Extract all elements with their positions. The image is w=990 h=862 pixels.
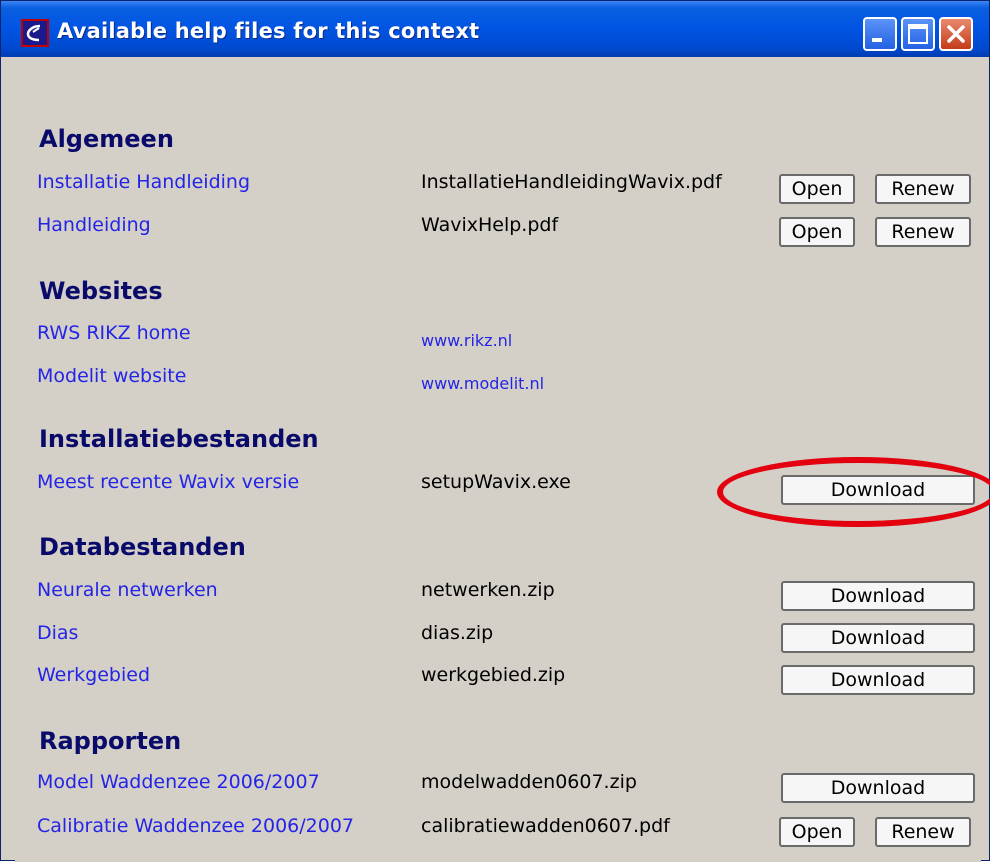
close-icon <box>947 25 965 43</box>
help-link-handleiding[interactable]: Handleiding <box>37 214 151 236</box>
highlight-ellipse <box>717 457 990 527</box>
file-name: setupWavix.exe <box>421 471 571 493</box>
window-title: Available help files for this context <box>57 19 480 43</box>
report-label-model-waddenzee[interactable]: Model Waddenzee 2006/2007 <box>37 771 320 793</box>
website-link-modelit[interactable]: www.modelit.nl <box>421 374 544 393</box>
file-name: modelwadden0607.zip <box>421 771 637 793</box>
website-label-rikz[interactable]: RWS RIKZ home <box>37 322 191 344</box>
renew-button[interactable]: Renew <box>875 174 971 204</box>
help-link-installatie-handleiding[interactable]: Installatie Handleiding <box>37 171 250 193</box>
renew-button[interactable]: Renew <box>875 817 971 847</box>
download-button[interactable]: Download <box>781 623 975 653</box>
help-files-window: Available help files for this context Al… <box>0 0 990 862</box>
title-bar[interactable]: Available help files for this context <box>1 1 989 57</box>
open-button[interactable]: Open <box>779 174 855 204</box>
app-icon <box>21 19 49 47</box>
section-heading-installatiebestanden: Installatiebestanden <box>39 425 319 453</box>
minimize-icon <box>872 38 882 42</box>
file-name: InstallatieHandleidingWavix.pdf <box>421 171 722 193</box>
content-panel: Algemeen Installatie Handleiding Install… <box>15 57 990 862</box>
section-heading-databestanden: Databestanden <box>39 533 246 561</box>
installer-label[interactable]: Meest recente Wavix versie <box>37 471 299 493</box>
minimize-button[interactable] <box>863 17 897 51</box>
download-button[interactable]: Download <box>781 665 975 695</box>
open-button[interactable]: Open <box>779 217 855 247</box>
file-name: netwerken.zip <box>421 579 555 601</box>
data-label-neurale-netwerken[interactable]: Neurale netwerken <box>37 579 218 601</box>
file-name: WavixHelp.pdf <box>421 214 559 236</box>
website-label-modelit[interactable]: Modelit website <box>37 365 186 387</box>
report-label-calibratie-waddenzee[interactable]: Calibratie Waddenzee 2006/2007 <box>37 815 354 837</box>
section-heading-algemeen: Algemeen <box>39 125 174 153</box>
section-heading-websites: Websites <box>39 277 163 305</box>
website-link-rikz[interactable]: www.rikz.nl <box>421 331 512 350</box>
section-heading-rapporten: Rapporten <box>39 727 182 755</box>
file-name: dias.zip <box>421 622 494 644</box>
download-button[interactable]: Download <box>781 773 975 803</box>
renew-button[interactable]: Renew <box>875 217 971 247</box>
file-name: werkgebied.zip <box>421 664 566 686</box>
file-name: calibratiewadden0607.pdf <box>421 815 670 837</box>
open-button[interactable]: Open <box>779 817 855 847</box>
maximize-icon <box>908 24 928 44</box>
download-button[interactable]: Download <box>781 581 975 611</box>
data-label-werkgebied[interactable]: Werkgebied <box>37 664 150 686</box>
maximize-button[interactable] <box>901 17 935 51</box>
close-button[interactable] <box>939 17 973 51</box>
data-label-dias[interactable]: Dias <box>37 622 78 644</box>
